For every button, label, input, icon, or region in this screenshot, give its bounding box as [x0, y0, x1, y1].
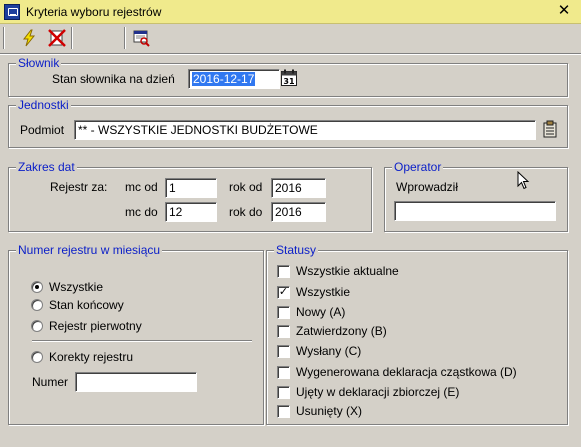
checkbox-label: Wygenerowana deklaracja cząstkowa (D): [296, 365, 517, 379]
calendar-icon-text: 31: [283, 77, 295, 86]
cancel-x-icon: [48, 29, 66, 47]
rok-do-field[interactable]: 2016: [271, 202, 326, 222]
checkbox-label: Wysłany (C): [296, 344, 362, 358]
window-title: Kryteria wyboru rejestrów: [26, 5, 162, 19]
numer-rejestru-group: Numer rejestru w miesiącu Wszystkie Stan…: [8, 243, 264, 425]
rok-od-field[interactable]: 2016: [271, 178, 326, 198]
checkbox[interactable]: [277, 305, 290, 319]
execute-button[interactable]: [18, 27, 40, 49]
radio-button[interactable]: [31, 299, 43, 311]
close-button[interactable]: ✕: [555, 2, 573, 20]
title-bar: Kryteria wyboru rejestrów ✕: [0, 0, 581, 24]
wprowadzil-field[interactable]: [394, 201, 556, 221]
status-checkbox-row[interactable]: Wygenerowana deklaracja cząstkowa (D): [277, 365, 517, 379]
status-checkbox-row[interactable]: Nowy (A): [277, 305, 345, 319]
checkbox[interactable]: ✓: [277, 285, 290, 299]
podmiot-label: Podmiot: [20, 123, 65, 137]
dictionary-date-value: 2016-12-17: [192, 72, 256, 86]
zakres-dat-group-title: Zakres dat: [16, 160, 77, 174]
status-checkbox-row[interactable]: Zatwierdzony (B): [277, 324, 387, 338]
operator-group-title: Operator: [392, 160, 444, 174]
status-checkbox-row[interactable]: Ujęty w deklaracji zbiorczej (E): [277, 385, 459, 399]
calendar-button[interactable]: 31: [279, 69, 299, 89]
app-window-icon: [4, 4, 20, 20]
zakres-dat-group: Zakres dat Rejestr za: mc od 1 rok od 20…: [8, 160, 372, 232]
status-checkbox-row[interactable]: Wysłany (C): [277, 344, 361, 358]
print-preview-button[interactable]: [130, 27, 152, 49]
slownik-group: Słownik Stan słownika na dzień 2016-12-1…: [8, 56, 568, 97]
checkbox-label: Ujęty w deklaracji zbiorczej (E): [296, 385, 460, 399]
radio-rejestr-pierwotny[interactable]: Rejestr pierwotny: [31, 319, 142, 333]
radio-wszystkie[interactable]: Wszystkie: [31, 280, 103, 294]
checkbox[interactable]: [277, 264, 290, 278]
rejestr-za-label: Rejestr za:: [50, 180, 108, 194]
print-preview-icon: [132, 29, 150, 47]
checkbox[interactable]: [277, 404, 290, 418]
radio-label: Korekty rejestru: [49, 350, 134, 364]
calendar-icon: 31: [280, 69, 298, 90]
dictionary-date-label: Stan słownika na dzień: [52, 72, 175, 86]
radio-stan-koncowy[interactable]: Stan końcowy: [31, 298, 124, 312]
radio-label: Wszystkie: [49, 280, 103, 294]
wprowadzil-label: Wprowadził: [396, 180, 459, 194]
mc-od-field[interactable]: 1: [165, 178, 217, 198]
radio-button[interactable]: [31, 320, 43, 332]
podmiot-field[interactable]: ** - WSZYSTKIE JEDNOSTKI BUDŻETOWE: [74, 120, 536, 140]
dictionary-date-field[interactable]: 2016-12-17: [188, 69, 280, 89]
checkbox-label: Wszystkie aktualne: [296, 264, 399, 278]
toolbar: [0, 24, 581, 54]
statusy-group-title: Statusy: [274, 243, 319, 257]
podmiot-picker-button[interactable]: [540, 120, 560, 140]
statusy-group: Statusy Wszystkie aktualne ✓ Wszystkie N…: [266, 243, 568, 425]
cancel-button[interactable]: [46, 27, 68, 49]
clipboard-icon: [541, 120, 559, 141]
checkbox-label: Nowy (A): [296, 305, 346, 319]
radio-label: Stan końcowy: [49, 298, 124, 312]
rok-od-label: rok od: [229, 180, 263, 194]
rok-do-label: rok do: [229, 205, 263, 219]
toolbar-separator: [124, 27, 126, 49]
checkbox[interactable]: [277, 344, 290, 358]
numer-field[interactable]: [75, 372, 197, 392]
checkbox[interactable]: [277, 324, 290, 338]
toolbar-separator: [3, 27, 5, 49]
divider: [32, 340, 252, 342]
checkbox-label: Usunięty (X): [296, 404, 363, 418]
mc-od-label: mc od: [125, 180, 158, 194]
checkbox-label: Zatwierdzony (B): [296, 324, 387, 338]
status-checkbox-row[interactable]: Wszystkie aktualne: [277, 264, 399, 278]
radio-button[interactable]: [31, 351, 43, 363]
toolbar-separator: [71, 27, 73, 49]
radio-label: Rejestr pierwotny: [49, 319, 142, 333]
lightning-icon: [20, 29, 38, 47]
status-checkbox-row[interactable]: Usunięty (X): [277, 404, 362, 418]
numer-label: Numer: [32, 375, 69, 389]
mc-do-field[interactable]: 12: [165, 202, 217, 222]
slownik-group-title: Słownik: [16, 56, 62, 70]
radio-button[interactable]: [31, 281, 43, 293]
mouse-cursor-icon: [517, 171, 530, 190]
checkbox[interactable]: [277, 385, 290, 399]
status-checkbox-row[interactable]: ✓ Wszystkie: [277, 285, 350, 299]
radio-korekty-rejestru[interactable]: Korekty rejestru: [31, 350, 133, 364]
checkbox-label: Wszystkie: [296, 285, 350, 299]
numer-rejestru-group-title: Numer rejestru w miesiącu: [16, 243, 163, 257]
mc-do-label: mc do: [125, 205, 158, 219]
operator-group: Operator Wprowadził: [384, 160, 568, 232]
jednostki-group-title: Jednostki: [16, 98, 71, 112]
checkbox[interactable]: [277, 365, 290, 379]
jednostki-group: Jednostki Podmiot ** - WSZYSTKIE JEDNOST…: [8, 98, 568, 148]
